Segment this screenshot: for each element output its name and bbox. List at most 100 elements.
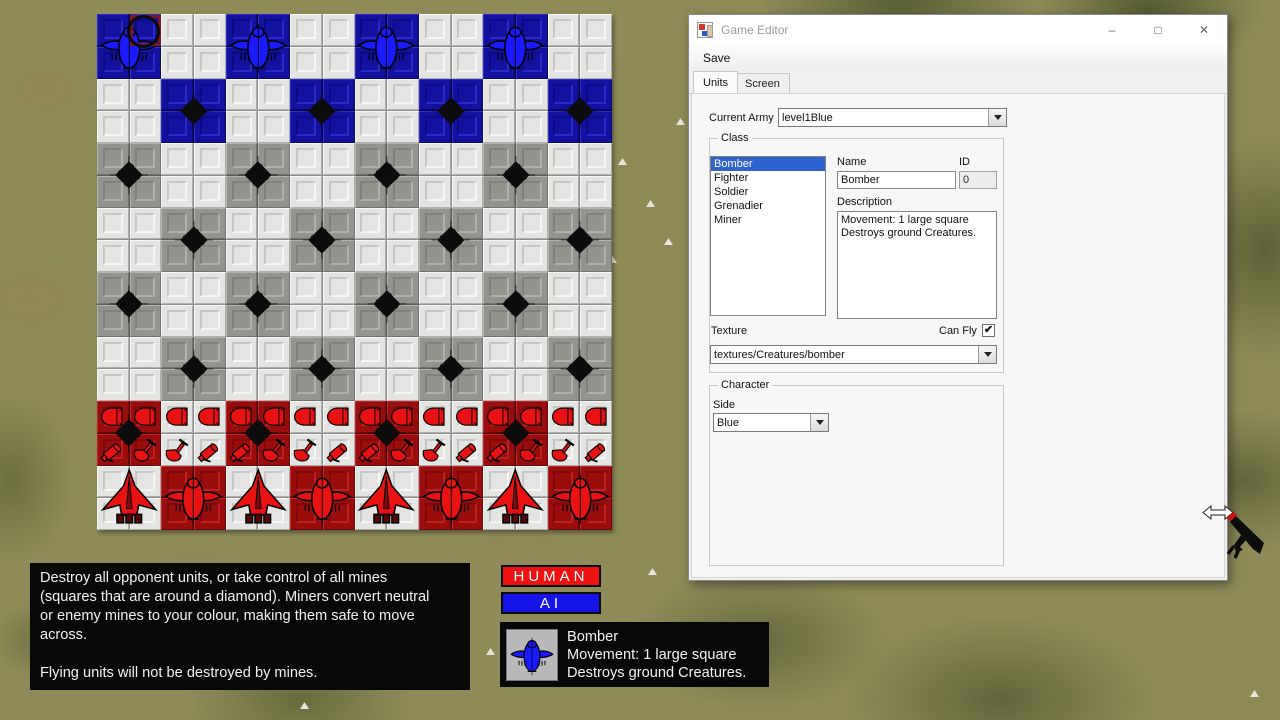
tile bbox=[451, 78, 484, 111]
board-square-r3c8-empty[interactable] bbox=[547, 143, 612, 208]
board-square-r5c6-empty[interactable] bbox=[418, 272, 484, 337]
board-square-r6c8-gray-mine[interactable] bbox=[547, 336, 612, 401]
board-square-r6c1-empty[interactable] bbox=[97, 336, 162, 401]
board-square-r8c6-red-bomber[interactable] bbox=[418, 465, 484, 530]
board-square-r4c6-gray-mine[interactable] bbox=[418, 207, 484, 272]
board-square-r4c8-gray-mine[interactable] bbox=[547, 207, 612, 272]
dropdown-button[interactable] bbox=[988, 109, 1006, 126]
board-square-r5c3-gray-mine[interactable] bbox=[225, 272, 291, 337]
board-square-r3c7-gray-mine[interactable] bbox=[483, 143, 548, 208]
board-square-r2c7-empty[interactable] bbox=[483, 78, 548, 143]
board-square-r3c2-empty[interactable] bbox=[161, 143, 226, 208]
soldier-icon bbox=[196, 403, 223, 430]
board-square-r2c2-blue-mine[interactable] bbox=[161, 78, 226, 143]
board-square-r5c4-empty[interactable] bbox=[290, 272, 355, 337]
class-item-soldier[interactable]: Soldier bbox=[711, 185, 825, 199]
tab-units[interactable]: Units bbox=[693, 71, 739, 93]
tile bbox=[387, 336, 419, 369]
minimize-button[interactable]: – bbox=[1089, 15, 1135, 45]
tile bbox=[290, 78, 322, 111]
can-fly-checkbox[interactable]: ✔ bbox=[982, 324, 995, 337]
board-square-r4c2-gray-mine[interactable] bbox=[161, 207, 226, 272]
board-square-r5c2-empty[interactable] bbox=[161, 272, 226, 337]
board-square-r8c7-red-fighter[interactable] bbox=[483, 465, 548, 530]
tile bbox=[161, 272, 194, 304]
board-square-r3c4-empty[interactable] bbox=[290, 143, 355, 208]
board-square-r1c6-empty[interactable] bbox=[418, 14, 484, 79]
tile bbox=[194, 336, 226, 369]
board-square-r8c1-red-fighter[interactable] bbox=[97, 465, 162, 530]
class-listbox[interactable]: Bomber Fighter Soldier Grenadier Miner bbox=[710, 156, 826, 316]
board-square-r4c1-empty[interactable] bbox=[97, 207, 162, 272]
board-square-r1c8-empty[interactable] bbox=[547, 14, 612, 79]
board-square-r7c5-red-mine-units[interactable] bbox=[354, 401, 419, 466]
tab-screen[interactable]: Screen bbox=[735, 73, 790, 93]
dropdown-button[interactable] bbox=[978, 346, 996, 363]
board-square-r5c7-gray-mine[interactable] bbox=[483, 272, 548, 337]
board-square-r3c6-empty[interactable] bbox=[418, 143, 484, 208]
board-square-r7c4-red-units[interactable] bbox=[290, 401, 355, 466]
menu-bar: Save bbox=[689, 45, 1227, 71]
board-square-r4c3-empty[interactable] bbox=[225, 207, 291, 272]
board-square-r1c4-empty[interactable] bbox=[290, 14, 355, 79]
board-square-r2c5-empty[interactable] bbox=[354, 78, 419, 143]
class-item-miner[interactable]: Miner bbox=[711, 213, 825, 227]
player-badge-ai[interactable]: AI bbox=[501, 592, 601, 614]
board-square-r1c2-empty[interactable] bbox=[161, 14, 226, 79]
board-square-r6c6-gray-mine[interactable] bbox=[418, 336, 484, 401]
board-square-r4c4-gray-mine[interactable] bbox=[290, 207, 355, 272]
board-square-r2c3-empty[interactable] bbox=[225, 78, 291, 143]
board-square-r1c5-blue-bomber[interactable] bbox=[354, 14, 419, 79]
class-item-fighter[interactable]: Fighter bbox=[711, 171, 825, 185]
tile bbox=[290, 433, 322, 466]
board-square-r3c1-gray-mine[interactable] bbox=[97, 143, 162, 208]
board-square-r7c1-red-mine-units[interactable] bbox=[97, 401, 162, 466]
tile bbox=[418, 240, 451, 272]
tile bbox=[194, 175, 226, 208]
board-square-r2c6-blue-mine[interactable] bbox=[418, 78, 484, 143]
board-square-r7c7-red-mine-units[interactable] bbox=[483, 401, 548, 466]
board-square-r6c4-gray-mine[interactable] bbox=[290, 336, 355, 401]
texture-combobox[interactable]: textures/Creatures/bomber bbox=[710, 345, 997, 364]
board-square-r8c8-red-bomber[interactable] bbox=[547, 465, 612, 530]
board-square-r7c2-red-units[interactable] bbox=[161, 401, 226, 466]
board-square-r5c5-gray-mine[interactable] bbox=[354, 272, 419, 337]
board-square-r6c3-empty[interactable] bbox=[225, 336, 291, 401]
board-square-r6c5-empty[interactable] bbox=[354, 336, 419, 401]
board-square-r5c1-gray-mine[interactable] bbox=[97, 272, 162, 337]
board-square-r3c3-gray-mine[interactable] bbox=[225, 143, 291, 208]
board-square-r4c5-empty[interactable] bbox=[354, 207, 419, 272]
dropdown-button[interactable] bbox=[810, 414, 828, 431]
board-square-r6c7-empty[interactable] bbox=[483, 336, 548, 401]
board-square-r8c3-red-fighter[interactable] bbox=[225, 465, 291, 530]
name-input[interactable]: Bomber bbox=[837, 171, 956, 189]
board-square-r8c2-red-bomber[interactable] bbox=[161, 465, 226, 530]
title-bar[interactable]: Game Editor – □ ✕ bbox=[689, 15, 1227, 45]
save-menu-item[interactable]: Save bbox=[693, 51, 740, 65]
maximize-button[interactable]: □ bbox=[1135, 15, 1181, 45]
player-badge-human[interactable]: HUMAN bbox=[501, 565, 601, 587]
board-square-r2c1-empty[interactable] bbox=[97, 78, 162, 143]
class-item-grenadier[interactable]: Grenadier bbox=[711, 199, 825, 213]
board-square-r8c5-red-fighter[interactable] bbox=[354, 465, 419, 530]
description-input[interactable]: Movement: 1 large square Destroys ground… bbox=[837, 211, 997, 319]
board-square-r1c7-blue-bomber[interactable] bbox=[483, 14, 548, 79]
board-square-r7c6-red-units[interactable] bbox=[418, 401, 484, 466]
board-square-r5c8-empty[interactable] bbox=[547, 272, 612, 337]
board-square-r2c8-blue-mine[interactable] bbox=[547, 78, 612, 143]
soldier-icon bbox=[228, 403, 255, 430]
board-square-r2c4-blue-mine[interactable] bbox=[290, 78, 355, 143]
board-square-r8c4-red-bomber[interactable] bbox=[290, 465, 355, 530]
current-army-combobox[interactable]: level1Blue bbox=[778, 108, 1007, 127]
board-square-r6c2-gray-mine[interactable] bbox=[161, 336, 226, 401]
class-item-bomber[interactable]: Bomber bbox=[711, 157, 825, 171]
tile bbox=[225, 433, 258, 466]
tile bbox=[129, 240, 162, 272]
board-square-r3c5-gray-mine[interactable] bbox=[354, 143, 419, 208]
board-square-r7c8-red-units[interactable] bbox=[547, 401, 612, 466]
side-combobox[interactable]: Blue bbox=[713, 413, 829, 432]
board-square-r7c3-red-mine-units[interactable] bbox=[225, 401, 291, 466]
board-square-r4c7-empty[interactable] bbox=[483, 207, 548, 272]
board-square-r1c3-blue-bomber[interactable] bbox=[225, 14, 291, 79]
close-button[interactable]: ✕ bbox=[1181, 15, 1227, 45]
